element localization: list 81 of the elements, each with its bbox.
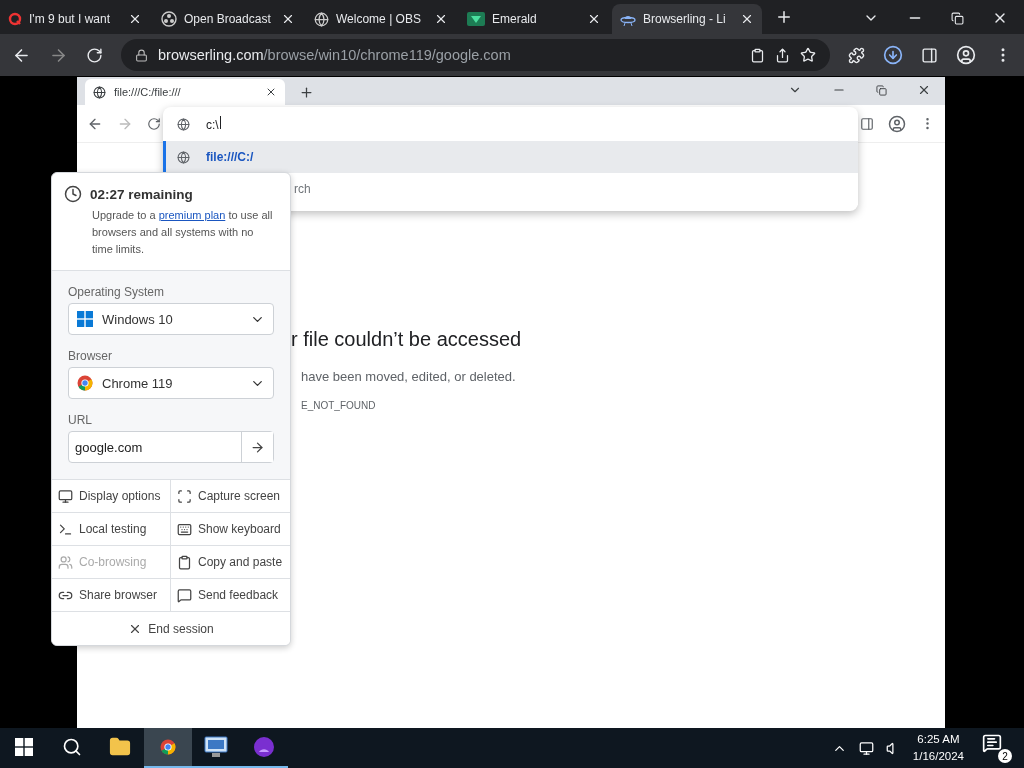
capture-frame-icon xyxy=(177,488,192,504)
reload-icon[interactable] xyxy=(147,116,161,131)
tab-title: I'm 9 but I want xyxy=(29,12,111,26)
browser-tab[interactable]: Emerald xyxy=(459,4,609,34)
address-text: browserling.com/browse/win10/chrome119/google.com xyxy=(158,47,511,63)
globe-icon xyxy=(93,85,106,99)
share-icon[interactable] xyxy=(775,47,790,63)
go-button[interactable] xyxy=(241,432,273,462)
field-label: Operating System xyxy=(68,285,166,299)
clock-text[interactable]: 6:25 AM 1/16/2024 xyxy=(912,731,964,765)
tab-title: file:///C:/file:/// xyxy=(114,86,182,98)
q-logo-icon xyxy=(8,12,22,26)
error-message: have been moved, edited, or deleted. xyxy=(300,369,517,384)
windows-logo-icon xyxy=(77,311,93,327)
premium-plan-link[interactable]: premium plan xyxy=(158,209,226,221)
new-tab-icon[interactable] xyxy=(775,8,793,26)
start-icon[interactable] xyxy=(15,738,33,756)
close-icon[interactable] xyxy=(740,12,754,26)
clipboard-icon[interactable] xyxy=(750,47,765,63)
tab-title: Open Broadcast xyxy=(184,12,272,26)
side-panel-icon[interactable] xyxy=(860,116,874,131)
clipboard-icon xyxy=(177,554,192,570)
end-session-button[interactable]: End session xyxy=(52,612,290,645)
speech-bubble-icon xyxy=(177,587,192,603)
extensions-icon[interactable] xyxy=(848,46,865,64)
notifications-button[interactable]: 2 xyxy=(982,733,1012,763)
remote-desktop-icon xyxy=(204,736,228,758)
browser-tab[interactable]: Welcome | OBS xyxy=(306,4,456,34)
close-icon[interactable] xyxy=(265,86,277,98)
notification-icon xyxy=(982,733,1002,753)
action-button[interactable]: Share browser xyxy=(52,579,171,612)
browser-tab[interactable]: Browserling - Li xyxy=(612,4,762,34)
close-icon[interactable] xyxy=(917,83,931,97)
action-button[interactable]: Send feedback xyxy=(171,579,290,612)
orb-app-icon xyxy=(253,736,275,758)
globe-icon xyxy=(177,150,190,164)
browser-tab[interactable]: I'm 9 but I want xyxy=(0,4,150,34)
address-bar[interactable]: browserling.com/browse/win10/chrome119/google.com xyxy=(121,39,830,71)
keyboard-icon xyxy=(177,521,192,537)
tab-title: Welcome | OBS xyxy=(336,12,422,26)
notification-count: 2 xyxy=(998,749,1012,763)
browser-select[interactable]: Chrome 119 xyxy=(68,367,274,399)
arrow-icon xyxy=(250,439,265,455)
close-icon[interactable] xyxy=(281,12,295,26)
close-icon[interactable] xyxy=(128,12,142,26)
terminal-icon xyxy=(58,521,73,537)
field-label: URL xyxy=(68,413,93,427)
clock-icon xyxy=(64,185,82,203)
url-field[interactable]: google.com xyxy=(68,431,274,463)
action-button[interactable]: Show keyboard xyxy=(171,513,290,546)
browser-tab[interactable]: file:///C:/file:/// xyxy=(85,79,285,105)
tab-title: Emerald xyxy=(492,12,538,26)
lock-icon xyxy=(135,48,148,62)
users-icon xyxy=(58,554,73,570)
search-icon[interactable] xyxy=(62,737,82,757)
action-button[interactable]: Capture screen xyxy=(171,480,290,513)
folder-icon xyxy=(109,736,131,758)
monitor-icon xyxy=(58,488,73,504)
chrome-logo-icon xyxy=(160,739,176,755)
new-tab-icon[interactable] xyxy=(299,85,314,100)
chrome-logo-icon xyxy=(77,375,93,391)
close-icon[interactable] xyxy=(434,12,448,26)
tab-title: Browserling - Li xyxy=(643,12,727,26)
profile-icon[interactable] xyxy=(888,114,906,133)
error-code: E_NOT_FOUND xyxy=(300,400,377,411)
restore-icon[interactable] xyxy=(951,11,964,25)
os-select[interactable]: Windows 10 xyxy=(68,303,274,335)
suggestion-item[interactable]: file:///C:/ xyxy=(163,141,858,173)
action-button[interactable]: Display options xyxy=(52,480,171,513)
globe-icon xyxy=(177,117,190,131)
download-icon[interactable] xyxy=(883,45,903,65)
upgrade-text: Upgrade to a premium plan to use all browsers and all systems with no time limits. xyxy=(91,208,274,257)
bookmark-star-icon[interactable] xyxy=(800,47,816,63)
field-label: Browser xyxy=(68,349,113,363)
browser-tab[interactable]: Open Broadcast xyxy=(153,4,303,34)
globe-icon xyxy=(314,11,329,27)
omnibox-input[interactable]: c:\ xyxy=(206,116,221,132)
action-button[interactable]: Copy and paste xyxy=(171,546,290,579)
close-icon[interactable] xyxy=(587,12,601,26)
error-title: r file couldn’t be accessed xyxy=(291,328,523,351)
action-button[interactable]: Local testing xyxy=(52,513,171,546)
